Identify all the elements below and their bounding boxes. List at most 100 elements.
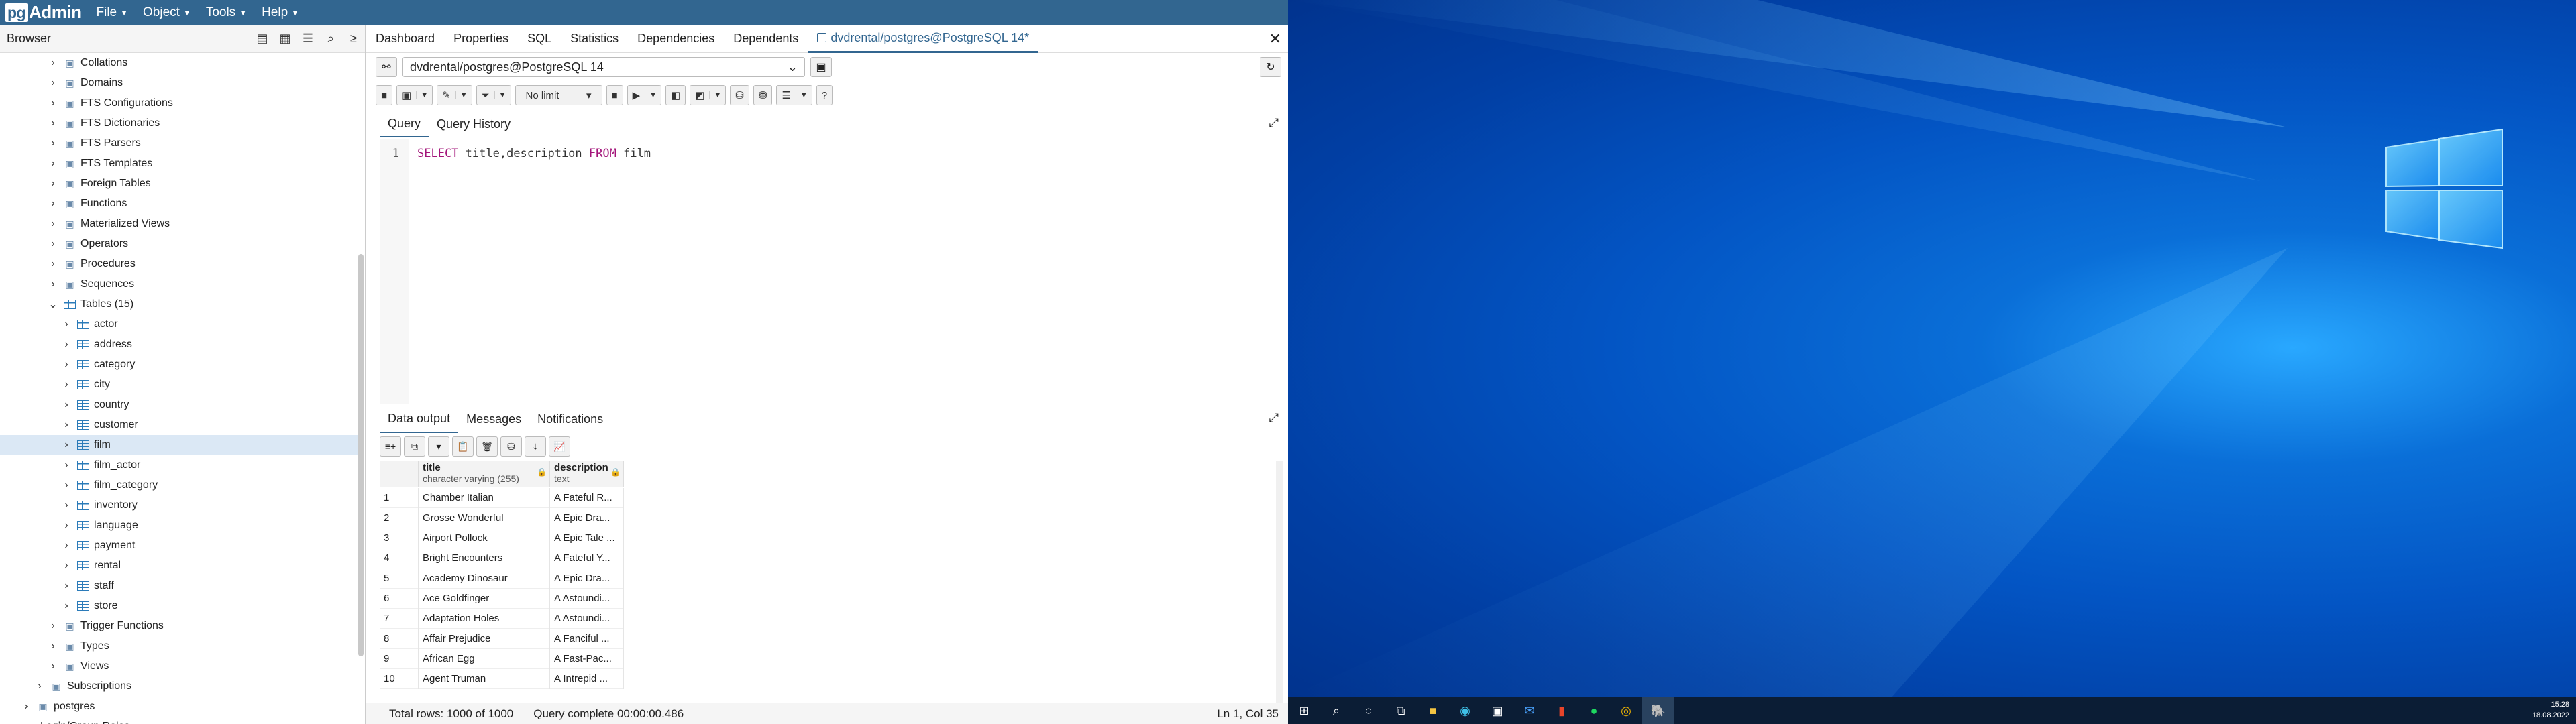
chevron-right-icon[interactable]: › — [47, 97, 59, 109]
chevron-down-icon[interactable]: ▼ — [416, 91, 432, 99]
tab-dependencies[interactable]: Dependencies — [628, 25, 724, 53]
save-data-icon[interactable]: ⛁ — [500, 436, 522, 457]
tree-item-operators[interactable]: › ▣ Operators — [0, 234, 364, 254]
mail-icon[interactable]: ✉ — [1513, 697, 1546, 724]
tab-messages[interactable]: Messages — [458, 406, 529, 433]
tree-item-table-language[interactable]: › language — [0, 516, 364, 536]
chevron-right-icon[interactable]: › — [60, 359, 72, 371]
tree-item-foreign-tables[interactable]: › ▣ Foreign Tables — [0, 174, 364, 194]
chevron-right-icon[interactable]: › — [20, 701, 32, 713]
sql-code[interactable]: SELECT title,description FROM film — [417, 147, 651, 160]
open-file-button[interactable]: ■ — [376, 85, 393, 105]
table-row[interactable]: 10 Agent Truman A Intrepid ... — [380, 668, 624, 689]
vertical-scrollbar[interactable] — [1276, 461, 1283, 722]
tab-notifications[interactable]: Notifications — [529, 406, 611, 433]
chevron-right-icon[interactable]: › — [47, 117, 59, 129]
table-row[interactable]: 5 Academy Dinosaur A Epic Dra... — [380, 568, 624, 589]
tab-sql[interactable]: SQL — [518, 25, 561, 53]
tree-item-functions[interactable]: › ▣ Functions — [0, 194, 364, 214]
file-explorer-icon[interactable]: ■ — [1417, 697, 1449, 724]
tree-item-table-actor[interactable]: › actor — [0, 314, 364, 335]
cell-title[interactable]: Adaptation Holes — [419, 608, 550, 629]
sql-editor[interactable]: 1 SELECT title,description FROM film — [380, 139, 1279, 404]
menu-help[interactable]: Help ▼ — [262, 5, 299, 20]
menu-tools[interactable]: Tools ▼ — [206, 5, 247, 20]
chevron-right-icon[interactable]: › — [60, 419, 72, 431]
edge-icon[interactable]: ◉ — [1449, 697, 1481, 724]
cell-description[interactable]: A Epic Dra... — [550, 568, 624, 589]
chevron-right-icon[interactable]: › — [60, 459, 72, 471]
chevron-down-icon[interactable]: ▼ — [494, 91, 511, 99]
spotify-icon[interactable]: ● — [1578, 697, 1610, 724]
chevron-right-icon[interactable]: › — [60, 439, 72, 451]
tree-item-collations[interactable]: › ▣ Collations — [0, 53, 364, 73]
chevron-right-icon[interactable]: › — [60, 339, 72, 351]
filter-button[interactable]: ⏷ ▼ — [476, 85, 511, 105]
cell-description[interactable]: A Intrepid ... — [550, 668, 624, 689]
chevron-right-icon[interactable]: › — [47, 258, 59, 270]
explain-analyze-button[interactable]: ◩ ▼ — [690, 85, 727, 105]
tree-item-procedures[interactable]: › ▣ Procedures — [0, 254, 364, 274]
psql-tool-icon[interactable]: ≥ — [342, 27, 365, 50]
new-connection-icon[interactable]: ▣ — [810, 57, 832, 77]
chevron-right-icon[interactable]: › — [47, 77, 59, 89]
table-row[interactable]: 6 Ace Goldfinger A Astoundi... — [380, 588, 624, 609]
chrome-icon[interactable]: ◎ — [1610, 697, 1642, 724]
cell-title[interactable]: Agent Truman — [419, 668, 550, 689]
chevron-right-icon[interactable]: › — [47, 640, 59, 652]
tree-item-subscriptions[interactable]: › ▣ Subscriptions — [0, 676, 364, 697]
tab-query-history[interactable]: Query History — [429, 111, 519, 137]
macros-button[interactable]: ☰ ▼ — [776, 85, 812, 105]
chevron-right-icon[interactable]: › — [47, 158, 59, 170]
cell-description[interactable]: A Epic Dra... — [550, 507, 624, 528]
table-row[interactable]: 3 Airport Pollock A Epic Tale ... — [380, 528, 624, 548]
table-row[interactable]: 7 Adaptation Holes A Astoundi... — [380, 608, 624, 629]
tree-item-table-country[interactable]: › country — [0, 395, 364, 415]
cell-title[interactable]: Affair Prejudice — [419, 628, 550, 649]
chevron-right-icon[interactable]: › — [60, 600, 72, 612]
chevron-right-icon[interactable]: › — [60, 499, 72, 511]
tree-item-materialized-views[interactable]: › ▣ Materialized Views — [0, 214, 364, 234]
tab-query-tool[interactable]: dvdrental/postgres@PostgreSQL 14* — [808, 25, 1039, 53]
execute-button[interactable]: ▶ ▼ — [627, 85, 662, 105]
tree-item-table-customer[interactable]: › customer — [0, 415, 364, 435]
cell-title[interactable]: Ace Goldfinger — [419, 588, 550, 609]
cell-description[interactable]: A Astoundi... — [550, 608, 624, 629]
tree-item-fts-templates[interactable]: › ▣ FTS Templates — [0, 154, 364, 174]
tree-scrollbar[interactable] — [358, 254, 364, 656]
chevron-down-icon[interactable]: ▼ — [645, 91, 661, 99]
column-header-title[interactable]: title character varying (255) 🔒 — [419, 461, 550, 487]
clock[interactable]: 15:28 18.08.2022 — [2532, 699, 2569, 721]
tree-item-fts-dictionaries[interactable]: › ▣ FTS Dictionaries — [0, 113, 364, 133]
chevron-right-icon[interactable]: › — [47, 198, 59, 210]
chevron-right-icon[interactable]: › — [60, 560, 72, 572]
chevron-down-icon[interactable]: ▾ — [428, 436, 449, 457]
tree-item-table-inventory[interactable]: › inventory — [0, 495, 364, 516]
connection-status-icon[interactable]: ⚯ — [376, 57, 397, 77]
expand-icon[interactable]: ⤢ — [1269, 116, 1279, 130]
cell-description[interactable]: A Fateful R... — [550, 487, 624, 508]
table-row[interactable]: 9 African Egg A Fast-Pac... — [380, 648, 624, 669]
column-header-description[interactable]: description text 🔒 — [550, 461, 624, 487]
chevron-right-icon[interactable]: › — [47, 660, 59, 672]
chevron-right-icon[interactable]: › — [47, 137, 59, 149]
tab-dependents[interactable]: Dependents — [724, 25, 808, 53]
download-icon[interactable]: ⤓ — [525, 436, 546, 457]
tree-item-fts-parsers[interactable]: › ▣ FTS Parsers — [0, 133, 364, 154]
office-icon[interactable]: ▮ — [1546, 697, 1578, 724]
table-row[interactable]: 1 Chamber Italian A Fateful R... — [380, 487, 624, 508]
object-explorer-icon[interactable]: ▤ — [251, 27, 274, 50]
tree-item-table-store[interactable]: › store — [0, 596, 364, 616]
menu-object[interactable]: Object ▼ — [143, 5, 191, 20]
chevron-right-icon[interactable]: › — [47, 278, 59, 290]
cortana-icon[interactable]: ○ — [1352, 697, 1385, 724]
chevron-down-icon[interactable]: ▼ — [795, 91, 812, 99]
pgadmin-taskbar-icon[interactable]: 🐘 — [1642, 697, 1674, 724]
table-row[interactable]: 4 Bright Encounters A Fateful Y... — [380, 548, 624, 568]
chevron-right-icon[interactable]: › — [47, 620, 59, 632]
cell-description[interactable]: A Astoundi... — [550, 588, 624, 609]
tree-item-table-address[interactable]: › address — [0, 335, 364, 355]
table-row[interactable]: 8 Affair Prejudice A Fanciful ... — [380, 628, 624, 649]
tree-item-table-city[interactable]: › city — [0, 375, 364, 395]
chevron-right-icon[interactable]: › — [7, 721, 19, 724]
